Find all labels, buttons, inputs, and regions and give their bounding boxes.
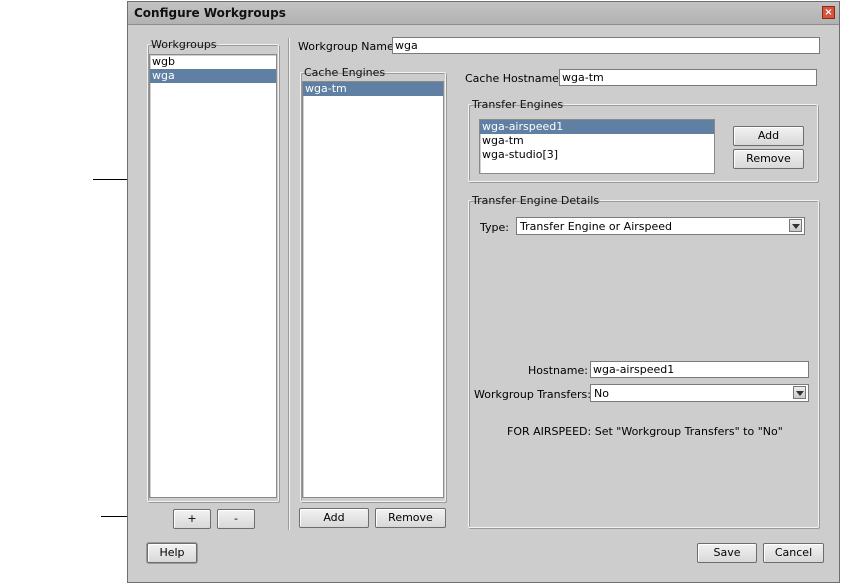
workgroup-name-label: Workgroup Name: [298, 40, 394, 53]
transfer-engine-item-wga-tm[interactable]: wga-tm: [480, 134, 714, 148]
workgroup-transfers-label: Workgroup Transfers:: [474, 388, 591, 401]
workgroups-legend: Workgroups: [151, 38, 217, 51]
hostname-label: Hostname:: [528, 364, 588, 377]
close-icon: ×: [824, 7, 833, 18]
workgroups-list[interactable]: wgb wga: [149, 54, 277, 498]
workgroup-transfers-select[interactable]: No: [590, 384, 809, 402]
add-cache-engine-button[interactable]: Add: [299, 508, 369, 528]
add-transfer-engine-button[interactable]: Add: [733, 126, 804, 146]
remove-transfer-engine-button[interactable]: Remove: [733, 149, 804, 169]
help-button[interactable]: Help: [147, 543, 197, 563]
workgroup-item-wgb[interactable]: wgb: [150, 55, 276, 69]
cache-hostname-field[interactable]: wga-tm: [559, 69, 817, 86]
cache-engine-item-wga-tm[interactable]: wga-tm: [303, 82, 443, 96]
remove-cache-engine-button[interactable]: Remove: [375, 508, 446, 528]
add-workgroup-button[interactable]: +: [173, 509, 211, 529]
vertical-separator: [288, 38, 290, 530]
type-select[interactable]: Transfer Engine or Airspeed: [516, 217, 805, 235]
cache-engines-list[interactable]: wga-tm: [302, 81, 444, 498]
transfer-engine-item-wga-studio3[interactable]: wga-studio[3]: [480, 148, 714, 162]
cache-hostname-label: Cache Hostname:: [465, 72, 563, 85]
close-button[interactable]: ×: [822, 6, 835, 19]
chevron-down-icon[interactable]: [793, 386, 806, 399]
workgroup-item-wga[interactable]: wga: [150, 69, 276, 83]
transfer-engines-list[interactable]: wga-airspeed1 wga-tm wga-studio[3]: [479, 119, 715, 174]
cancel-button[interactable]: Cancel: [763, 543, 824, 563]
hostname-field[interactable]: wga-airspeed1: [590, 361, 809, 378]
chevron-down-icon[interactable]: [789, 219, 802, 232]
save-button[interactable]: Save: [697, 543, 757, 563]
transfer-engine-item-wga-airspeed1[interactable]: wga-airspeed1: [480, 120, 714, 134]
remove-workgroup-button[interactable]: -: [217, 509, 255, 529]
airspeed-note: FOR AIRSPEED: Set "Workgroup Transfers" …: [507, 425, 783, 438]
type-label: Type:: [480, 221, 509, 234]
workgroup-transfers-value: No: [594, 387, 609, 400]
cache-engines-legend: Cache Engines: [304, 66, 386, 79]
configure-workgroups-dialog: Configure Workgroups × Workgroups wgb wg…: [127, 1, 840, 583]
type-select-value: Transfer Engine or Airspeed: [520, 220, 673, 233]
dialog-title: Configure Workgroups: [134, 6, 286, 20]
title-bar[interactable]: Configure Workgroups ×: [128, 2, 839, 25]
workgroup-name-field[interactable]: wga: [392, 37, 820, 54]
transfer-engine-details-legend: Transfer Engine Details: [472, 194, 600, 207]
transfer-engines-legend: Transfer Engines: [472, 98, 564, 111]
